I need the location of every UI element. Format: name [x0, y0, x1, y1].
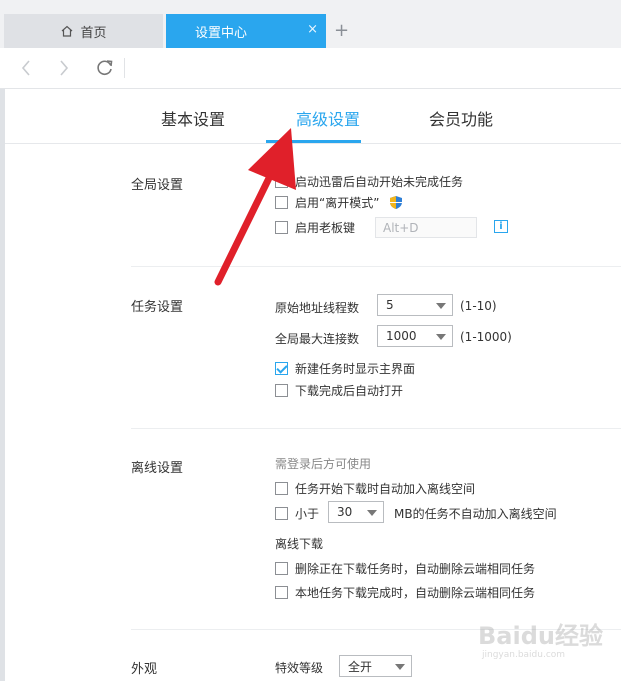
section-title-appearance: 外观: [131, 662, 158, 677]
dropdown-caret-icon: [395, 664, 405, 670]
shield-icon: [390, 196, 403, 209]
new-tab-button[interactable]: +: [334, 19, 349, 43]
checkbox[interactable]: [275, 196, 288, 209]
threads-value: 5: [386, 298, 394, 312]
chevron-left-icon: [21, 60, 30, 76]
watermark-text: Baidu经验: [478, 622, 603, 650]
option-delete-completed-label: 本地任务下载完成时，自动删除云端相同任务: [295, 586, 536, 600]
settings-tab-bar: 基本设置 高级设置 会员功能: [5, 89, 621, 144]
watermark-url: jingyan.baidu.com: [482, 650, 566, 660]
checkbox[interactable]: [275, 482, 288, 495]
refresh-icon: [97, 60, 113, 76]
baidu-watermark: Baidu经验 jingyan.baidu.com: [476, 612, 606, 664]
close-tab-icon[interactable]: ×: [307, 23, 318, 37]
checkbox[interactable]: [275, 586, 288, 599]
option-size-limit[interactable]: 小于: [275, 505, 319, 522]
nav-separator: [124, 58, 125, 78]
offline-download-title: 离线下载: [275, 537, 324, 551]
back-button[interactable]: [16, 58, 36, 78]
tab-settings-center[interactable]: 设置中心 ×: [166, 14, 326, 48]
option-delete-completed[interactable]: 本地任务下载完成时，自动删除云端相同任务: [275, 584, 535, 601]
option-delete-downloading-label: 删除正在下载任务时，自动删除云端相同任务: [295, 562, 536, 576]
size-suffix: MB的任务不自动加入离线空间: [394, 507, 557, 521]
chevron-right-icon: [60, 60, 69, 76]
option-auto-add-offline-label: 任务开始下载时自动加入离线空间: [295, 482, 476, 496]
option-boss-key[interactable]: 启用老板键: [275, 219, 355, 236]
size-select[interactable]: 30: [328, 501, 384, 523]
refresh-button[interactable]: [95, 58, 115, 78]
section-title-offline: 离线设置: [131, 461, 184, 476]
browser-tab-bar: 首页 设置中心 × +: [0, 0, 621, 48]
option-auto-resume[interactable]: 启动迅雷后自动开始未完成任务: [275, 173, 463, 190]
forward-button[interactable]: [54, 58, 74, 78]
threads-label: 原始地址线程数: [275, 301, 360, 315]
threads-select[interactable]: 5: [377, 294, 453, 316]
settings-content: 基本设置 高级设置 会员功能 全局设置 启动迅雷后自动开始未完成任务 启用“离开…: [5, 89, 621, 681]
section-divider: [131, 428, 621, 429]
effect-label: 特效等级: [275, 661, 324, 675]
effect-value: 全开: [348, 659, 373, 674]
dropdown-caret-icon: [367, 510, 377, 516]
dropdown-caret-icon: [436, 334, 446, 340]
option-boss-key-label: 启用老板键: [295, 221, 356, 235]
max-conn-label: 全局最大连接数: [275, 332, 360, 346]
option-leave-mode-label: 启用“离开模式”: [295, 196, 380, 210]
option-show-main-label: 新建任务时显示主界面: [295, 362, 416, 376]
option-show-main[interactable]: 新建任务时显示主界面: [275, 360, 415, 377]
max-conn-select[interactable]: 1000: [377, 325, 453, 347]
boss-key-input[interactable]: Alt+D: [375, 217, 477, 238]
section-title-global: 全局设置: [131, 178, 184, 193]
checkbox-checked[interactable]: [275, 362, 288, 375]
active-tab-indicator: [266, 140, 361, 143]
tab-home-label: 首页: [80, 25, 107, 41]
tab-member-features[interactable]: 会员功能: [429, 106, 493, 130]
tab-home[interactable]: 首页: [4, 14, 163, 48]
max-conn-value: 1000: [386, 329, 417, 343]
offline-note: 需登录后方可使用: [275, 457, 372, 471]
option-auto-add-offline[interactable]: 任务开始下载时自动加入离线空间: [275, 480, 475, 497]
info-icon[interactable]: i: [494, 220, 508, 233]
tab-basic-settings[interactable]: 基本设置: [161, 106, 225, 130]
checkbox[interactable]: [275, 384, 288, 397]
tab-settings-label: 设置中心: [195, 25, 248, 41]
effect-select[interactable]: 全开: [339, 655, 412, 677]
max-conn-range: (1-1000): [460, 330, 512, 344]
option-leave-mode[interactable]: 启用“离开模式”: [275, 194, 403, 211]
size-value: 30: [337, 505, 353, 519]
dropdown-caret-icon: [436, 303, 446, 309]
tab-advanced-settings[interactable]: 高级设置: [296, 106, 360, 130]
section-divider: [131, 266, 621, 267]
option-auto-open-label: 下载完成后自动打开: [295, 384, 404, 398]
checkbox[interactable]: [275, 175, 288, 188]
checkbox[interactable]: [275, 221, 288, 234]
option-auto-open[interactable]: 下载完成后自动打开: [275, 382, 403, 399]
option-size-limit-label: 小于: [295, 507, 320, 521]
navigation-bar: [0, 48, 621, 89]
section-title-task: 任务设置: [131, 300, 184, 315]
home-icon: [62, 25, 73, 37]
checkbox[interactable]: [275, 562, 288, 575]
option-delete-downloading[interactable]: 删除正在下载任务时，自动删除云端相同任务: [275, 560, 535, 577]
threads-range: (1-10): [460, 299, 497, 313]
option-auto-resume-label: 启动迅雷后自动开始未完成任务: [295, 175, 464, 189]
checkbox[interactable]: [275, 507, 288, 520]
